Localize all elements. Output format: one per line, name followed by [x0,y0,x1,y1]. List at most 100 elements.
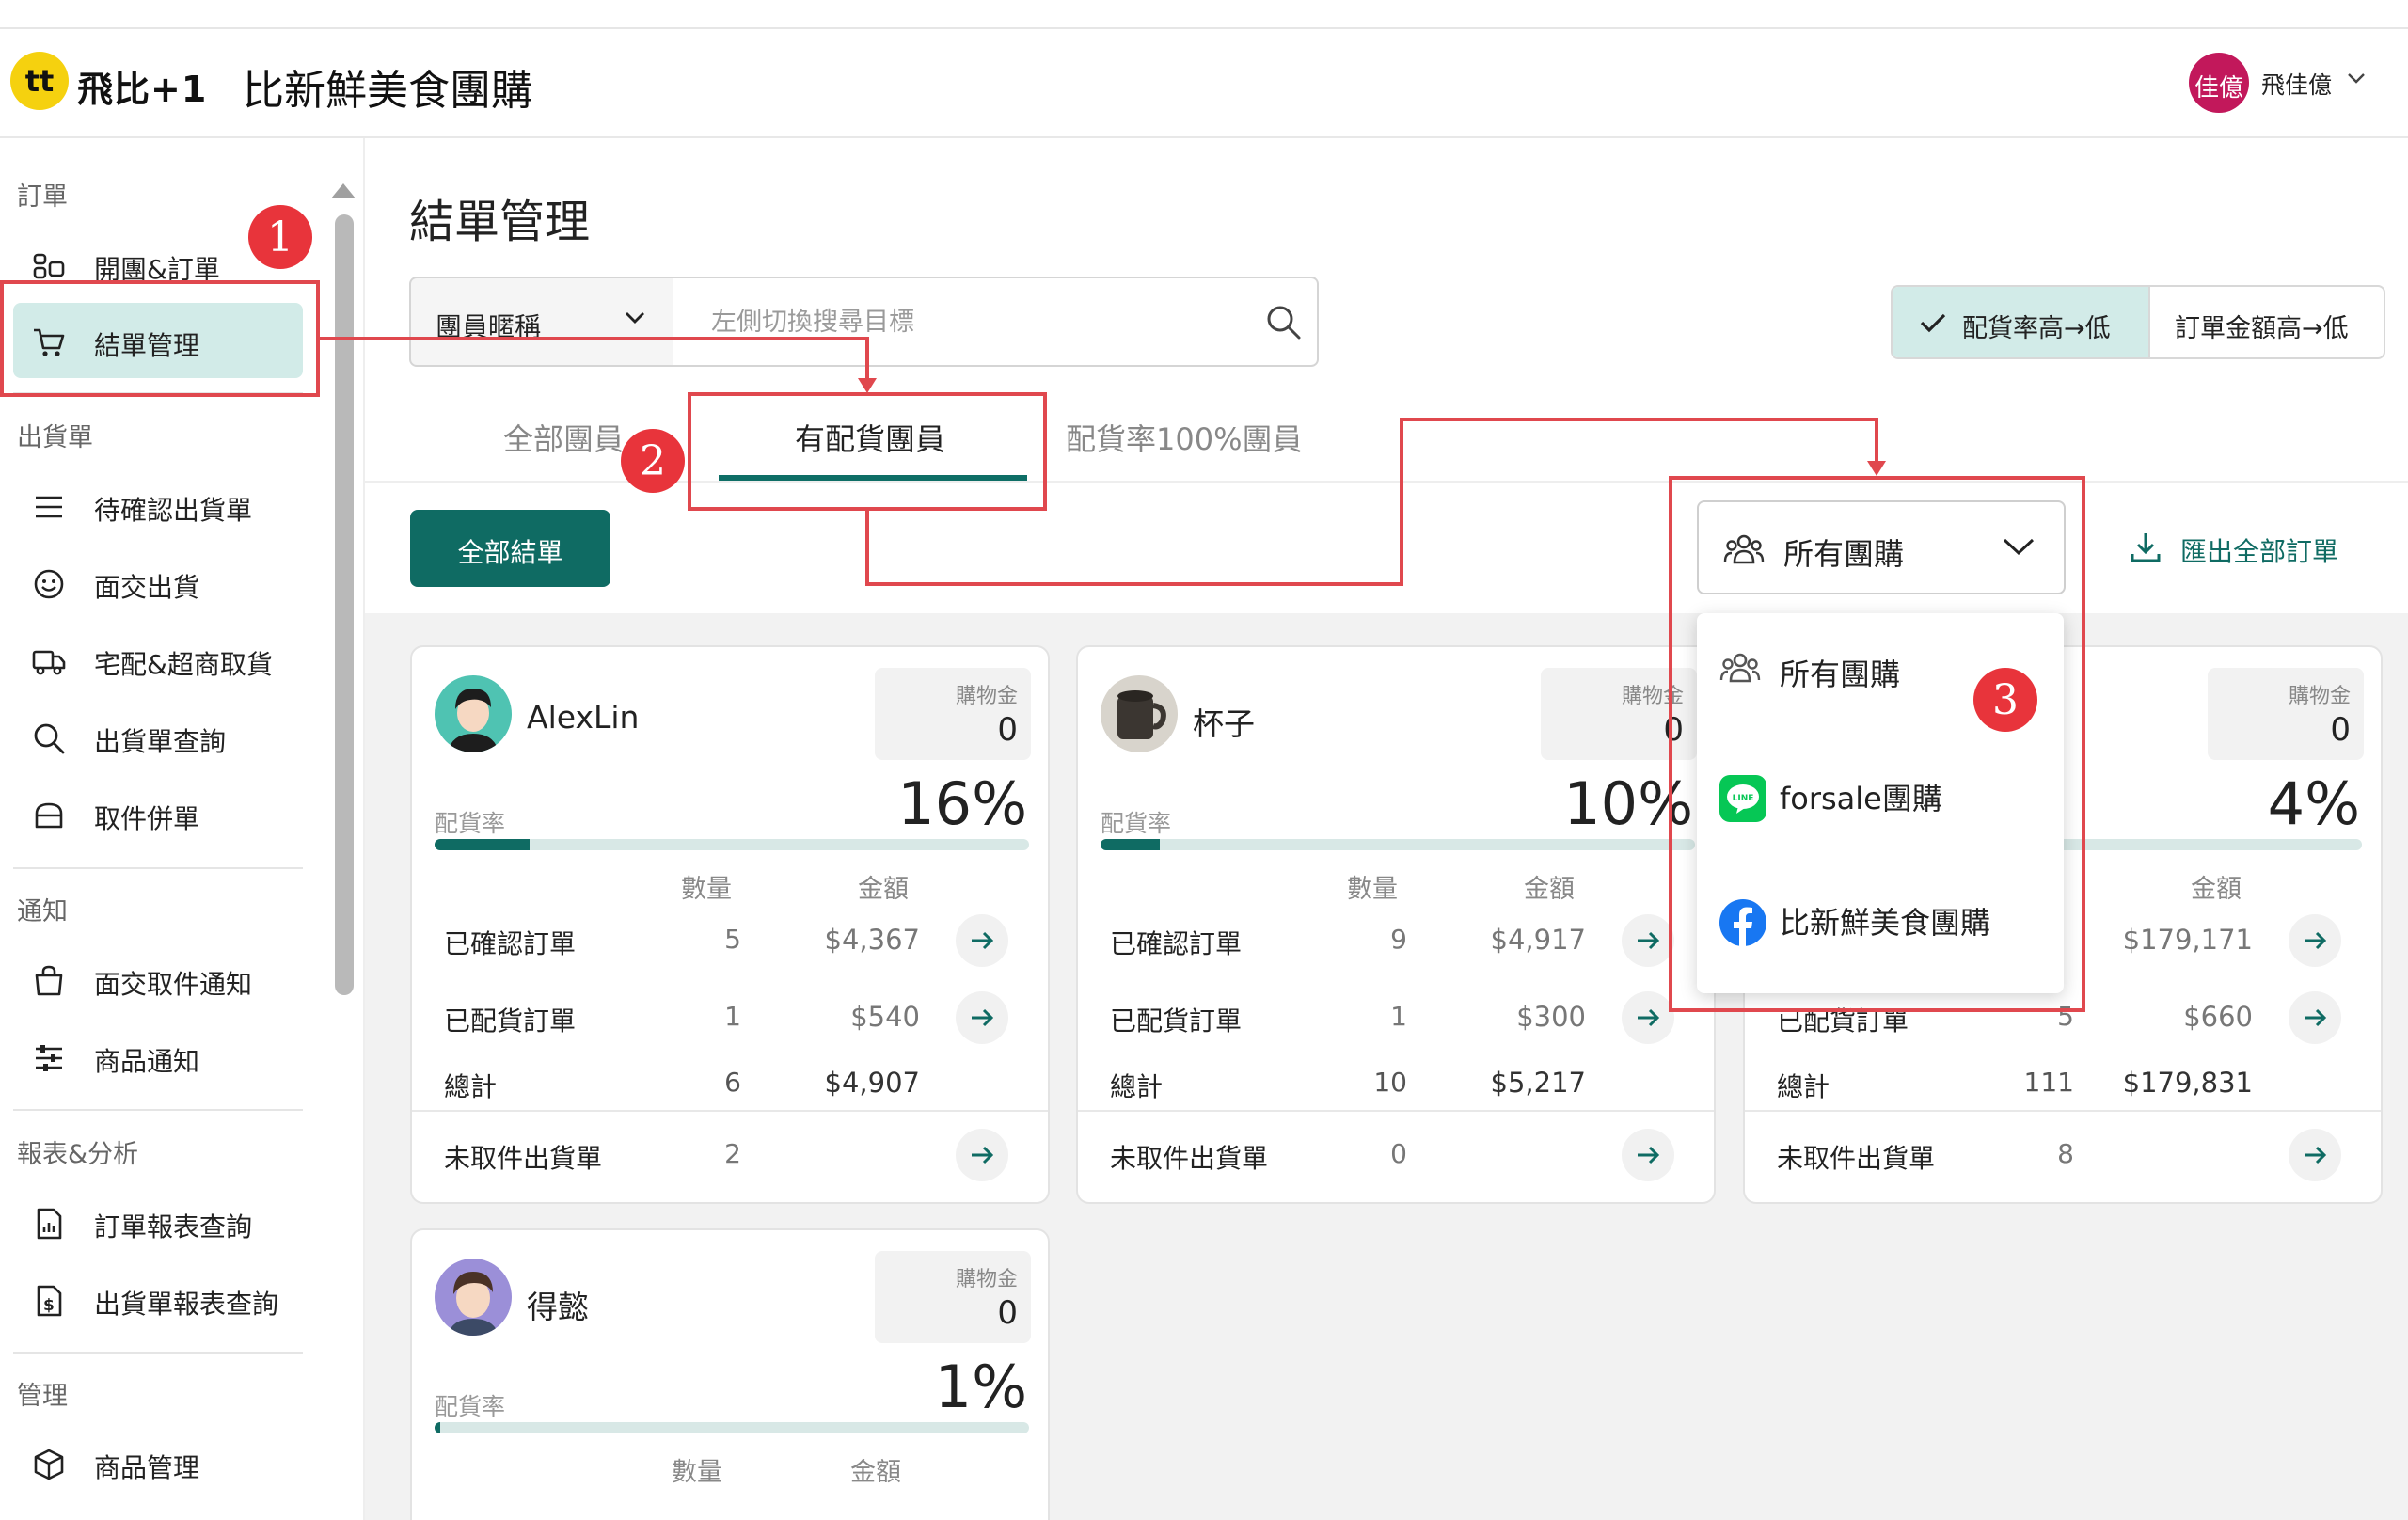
arrow-right-icon[interactable] [2289,914,2341,967]
member-avatar[interactable] [435,1259,512,1336]
user-avatar[interactable]: 佳億 [2189,53,2249,113]
member-avatar[interactable] [1101,675,1178,752]
row-qty: 5 [724,924,741,955]
arrow-right-icon[interactable] [2289,1129,2341,1181]
rate-bar-fill [435,1422,441,1433]
sort-amount-desc-label: 訂單金額高→低 [2175,314,2349,343]
cube-icon [32,1448,66,1481]
arrow-right-icon[interactable] [956,914,1008,967]
search-target-select[interactable]: 團員暱稱 [409,277,675,367]
row-amount: $300 [1516,1001,1586,1033]
member-name: 杯子 [1193,705,1255,742]
sidebar-item-product-manage[interactable]: 商品管理 [13,1425,303,1500]
row-label: 已確認訂單 [1110,928,1243,959]
list-icon [32,490,66,524]
row-qty: 1 [1390,1001,1407,1032]
scroll-up-arrow[interactable] [331,183,356,198]
row-allocated: 已配貨訂單 1 $300 [1078,990,1718,1046]
sidebar-section-shipping: 出貨單 [17,423,93,452]
row-label: 總計 [444,1071,498,1102]
badge-number: 3 [1992,676,2019,724]
search-icon[interactable] [1264,303,1302,340]
truck-icon [32,644,66,678]
sidebar-item-label: 訂單報表查詢 [94,1211,253,1243]
arrow-right-icon[interactable] [2289,991,2341,1044]
row-qty: 2 [724,1138,741,1169]
amount-header: 金額 [2191,875,2242,904]
arrow-right-icon[interactable] [1622,991,1674,1044]
card-divider [412,1110,1048,1112]
annotation-badge-1: 1 [248,205,312,269]
member-name: 得懿 [527,1289,589,1325]
sidebar-item-shipment-report[interactable]: $ 出貨單報表查詢 [13,1261,303,1337]
row-label: 未取件出貨單 [1110,1143,1269,1174]
sidebar-item-product-notify[interactable]: 商品通知 [13,1019,303,1094]
chevron-down-icon [624,310,646,325]
dollar-report-icon: $ [32,1284,66,1318]
logo-text: tt [24,63,55,99]
row-amount: $4,917 [1490,924,1586,956]
rate-bar [435,839,1029,850]
row-confirmed: 已確認訂單 5 $4,367 [412,912,1052,969]
arrow-right-icon[interactable] [956,991,1008,1044]
card-divider [1078,1110,1714,1112]
sidebar-item-shipment-search[interactable]: 出貨單查詢 [13,699,303,774]
card-divider [1745,1110,2381,1112]
arrow-right-icon[interactable] [956,1129,1008,1181]
member-avatar[interactable] [435,675,512,752]
search-target-label: 團員暱稱 [436,311,542,342]
row-unpicked: 未取件出貨單 0 [1078,1127,1718,1183]
search-box [673,277,1319,367]
sidebar-item-label: 待確認出貨單 [94,495,253,526]
user-avatar-text: 佳億 [2194,74,2243,103]
row-allocated: 已配貨訂單 1 $540 [412,990,1052,1046]
row-unpicked: 未取件出貨單 8 [1745,1127,2384,1183]
sidebar-item-pending-shipments[interactable]: 待確認出貨單 [13,467,303,543]
qty-header: 數量 [1347,875,1398,904]
amount-header: 金額 [858,875,909,904]
sidebar-item-meetup-shipping[interactable]: 面交出貨 [13,545,303,620]
sidebar-item-delivery-pickup[interactable]: 宅配&超商取貨 [13,622,303,697]
row-qty: 10 [1373,1067,1407,1098]
arrow-right-icon[interactable] [1622,1129,1674,1181]
search-input[interactable] [711,303,1238,340]
arrow-right-icon[interactable] [1622,914,1674,967]
rate-label: 配貨率 [435,810,506,837]
amount-header: 金額 [1524,875,1575,904]
sidebar-section-reports: 報表&分析 [17,1140,139,1169]
rate-value: 1% [934,1353,1027,1421]
sidebar-item-label: 面交取件通知 [94,969,253,1000]
sidebar-item-meetup-notify[interactable]: 面交取件通知 [13,942,303,1017]
credit-value: 0 [997,1294,1018,1332]
sort-rate-desc-button[interactable]: 配貨率高→低 [1893,287,2150,357]
row-amount: $179,831 [2122,1067,2253,1099]
annotation-box-1 [0,280,320,397]
credit-value: 0 [997,711,1018,749]
member-card: 杯子 購物金 0 配貨率 10% 數量 金額 已確認訂單 9 $4,917 已配… [1076,645,1716,1204]
annotation-box-3 [1669,476,2085,1012]
logo-icon[interactable]: tt [10,52,69,110]
sidebar-divider [13,1352,303,1354]
tab-all-members[interactable]: 全部團員 [503,416,624,459]
rate-label: 配貨率 [1101,810,1172,837]
close-all-button[interactable]: 全部結單 [410,510,610,587]
row-qty: 111 [2023,1067,2074,1098]
sidebar-item-order-report[interactable]: 訂單報表查詢 [13,1184,303,1259]
sidebar-divider [13,867,303,869]
sidebar-item-merge-pickup[interactable]: 取件併單 [13,776,303,851]
report-icon [32,1207,66,1241]
row-label: 未取件出貨單 [1777,1143,1936,1174]
rate-label: 配貨率 [435,1393,506,1420]
sidebar-section-orders: 訂單 [17,182,68,212]
sort-amount-desc-button[interactable]: 訂單金額高→低 [2152,287,2384,357]
sidebar-scrollbar[interactable] [335,214,354,995]
user-name[interactable]: 飛佳億 [2261,67,2332,101]
tab-full-rate-members[interactable]: 配貨率100%團員 [1066,416,1303,459]
row-qty: 9 [1390,924,1407,955]
row-label: 已配貨訂單 [1110,1005,1243,1037]
smile-icon [32,567,66,601]
check-icon [1919,311,1947,334]
row-amount: $179,171 [2122,924,2253,956]
chevron-down-icon[interactable] [2347,71,2366,85]
row-label: 總計 [1777,1071,1830,1102]
